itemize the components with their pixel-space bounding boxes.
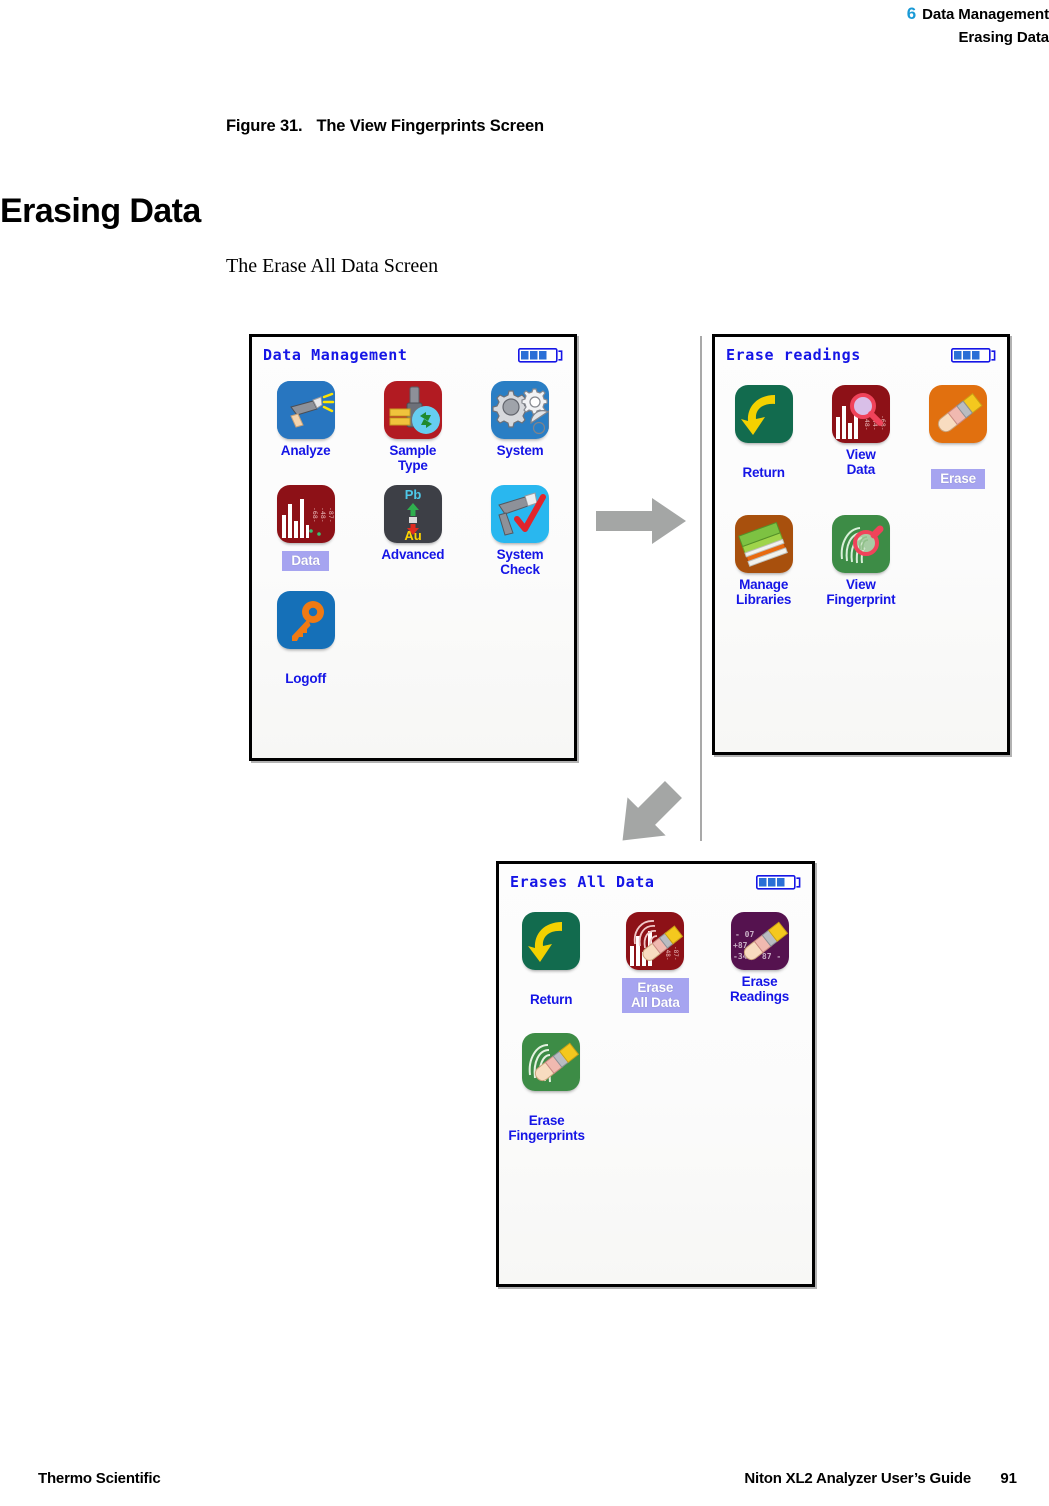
- erase-readings-icon: - 07 +87 - 6 -34 - 87 -: [730, 912, 789, 970]
- menu-item-label: Erase: [909, 465, 1006, 489]
- icon-row: Erase Fingerprints: [499, 1033, 812, 1143]
- menu-item-system-check[interactable]: System Check: [466, 485, 573, 577]
- chapter-number: 6: [906, 4, 917, 23]
- menu-item-label: Return: [529, 992, 573, 1007]
- screen-title: Data Management: [263, 346, 408, 364]
- svg-text:-48-: -48-: [319, 507, 327, 523]
- svg-text:-87-: -87-: [672, 946, 679, 960]
- spectrum-chart-icon: -68- -48- -87-: [276, 485, 335, 543]
- menu-item-sample-type[interactable]: Sample Type: [359, 381, 466, 473]
- menu-item-label-selected: Erase: [931, 469, 985, 489]
- svg-text:Au: Au: [404, 528, 421, 543]
- running-head: 6 Data Management Erasing Data: [907, 2, 1049, 49]
- menu-item-label: System Check: [496, 547, 544, 577]
- icon-row: -68- -48- -87- Data Pb Au Advanced Syste…: [252, 485, 574, 577]
- menu-item-label: Logoff: [285, 671, 326, 686]
- svg-text:Pb: Pb: [405, 487, 422, 502]
- svg-text:-68-: -68-: [311, 507, 319, 523]
- menu-item-return[interactable]: Return: [715, 385, 812, 489]
- menu-item-erase[interactable]: Erase: [909, 385, 1006, 489]
- figure-caption: Figure 31. The View Fingerprints Screen: [226, 117, 544, 136]
- device-screen-data-management: Data Management Analyze Sample Type Syst…: [249, 334, 577, 761]
- erase-all-data-icon: -48- -87-: [626, 912, 685, 970]
- icon-row: Analyze Sample Type System: [252, 381, 574, 473]
- svg-text:-87-: -87-: [327, 507, 335, 523]
- body-paragraph: The Erase All Data Screen: [226, 255, 439, 277]
- view-data-icon: -48- -44- -68-: [831, 385, 890, 443]
- menu-item-label-selected: Erase All Data: [621, 978, 689, 1013]
- device-screen-erase-readings: Erase readings Return -48- -44- -68- Vie…: [712, 334, 1010, 755]
- sample-type-icon: [383, 381, 442, 439]
- screen-title: Erase readings: [726, 346, 861, 364]
- battery-icon: [756, 875, 802, 890]
- flow-arrow-down-left: [608, 770, 688, 865]
- icon-row: Return: [499, 912, 812, 1013]
- layout-divider: [700, 336, 702, 841]
- footer-right: Niton XL2 Analyzer User’s Guide: [744, 1470, 971, 1487]
- menu-item-view-data[interactable]: -48- -44- -68- View Data: [812, 385, 909, 489]
- device-screen-erases-all-data: Erases All Data Return -48- -87- Erase A…: [496, 861, 815, 1287]
- menu-item-data[interactable]: -68- -48- -87- Data: [252, 485, 359, 577]
- menu-item-erase-readings[interactable]: - 07 +87 - 6 -34 - 87 -: [707, 912, 811, 1013]
- analyzer-gun-icon: [276, 381, 335, 439]
- menu-item-view-fingerprint[interactable]: View Fingerprint: [812, 515, 909, 607]
- erase-fingerprints-icon: [522, 1033, 581, 1091]
- footer-page-number: 91: [1000, 1470, 1017, 1487]
- return-arrow-icon: [734, 385, 793, 443]
- menu-item-label: Manage Libraries: [736, 577, 792, 607]
- menu-item-system[interactable]: System: [466, 381, 573, 473]
- footer-left: Thermo Scientific: [38, 1470, 161, 1487]
- figure-caption-text: The View Fingerprints Screen: [316, 117, 544, 135]
- eraser-icon: [929, 385, 988, 443]
- menu-item-label: System: [496, 443, 544, 458]
- menu-item-label: Erase Readings: [729, 974, 790, 1004]
- menu-item-erase-all-data[interactable]: -48- -87- Erase All Data: [603, 912, 707, 1013]
- document-page: 6 Data Management Erasing Data Figure 31.…: [0, 0, 1049, 1506]
- menu-item-return[interactable]: Return: [499, 912, 603, 1013]
- menu-item-label: Data: [252, 547, 359, 571]
- svg-text:- 07: - 07: [735, 930, 754, 939]
- figure-number: Figure 31.: [226, 117, 303, 135]
- chapter-title: Data Management: [922, 6, 1049, 23]
- flow-arrow-right: [596, 496, 688, 551]
- icon-row: Manage Libraries View Fingerprint: [715, 515, 1007, 607]
- view-fingerprint-icon: [831, 515, 890, 573]
- menu-item-erase-fingerprints[interactable]: Erase Fingerprints: [499, 1033, 603, 1143]
- system-check-icon: [491, 485, 550, 543]
- screen-title: Erases All Data: [510, 873, 655, 891]
- menu-item-manage-libraries[interactable]: Manage Libraries: [715, 515, 812, 607]
- menu-item-label: Advanced: [381, 547, 445, 562]
- key-icon: [276, 591, 335, 649]
- menu-item-label: View Fingerprint: [826, 577, 896, 607]
- books-icon: [734, 515, 793, 573]
- pb-au-icon: Pb Au: [383, 485, 442, 543]
- page-title: Erasing Data: [0, 192, 201, 230]
- battery-icon: [518, 348, 564, 363]
- battery-icon: [951, 348, 997, 363]
- menu-item-label: Erase Fingerprints: [508, 1113, 585, 1143]
- menu-item-label-selected: Data: [282, 551, 329, 571]
- menu-item-advanced[interactable]: Pb Au Advanced: [359, 485, 466, 577]
- menu-item-logoff[interactable]: Logoff: [252, 591, 359, 686]
- menu-item-label: Analyze: [280, 443, 331, 458]
- menu-item-label: Return: [742, 465, 785, 480]
- return-arrow-icon: [522, 912, 581, 970]
- menu-item-label: View Data: [845, 447, 876, 477]
- icon-row: Return: [715, 385, 1007, 489]
- icon-row: Logoff: [252, 591, 574, 686]
- menu-item-label: Erase All Data: [603, 974, 707, 1013]
- gears-icon: [491, 381, 550, 439]
- menu-item-label: Sample Type: [389, 443, 437, 473]
- running-head-section: Erasing Data: [958, 29, 1049, 46]
- menu-item-analyze[interactable]: Analyze: [252, 381, 359, 473]
